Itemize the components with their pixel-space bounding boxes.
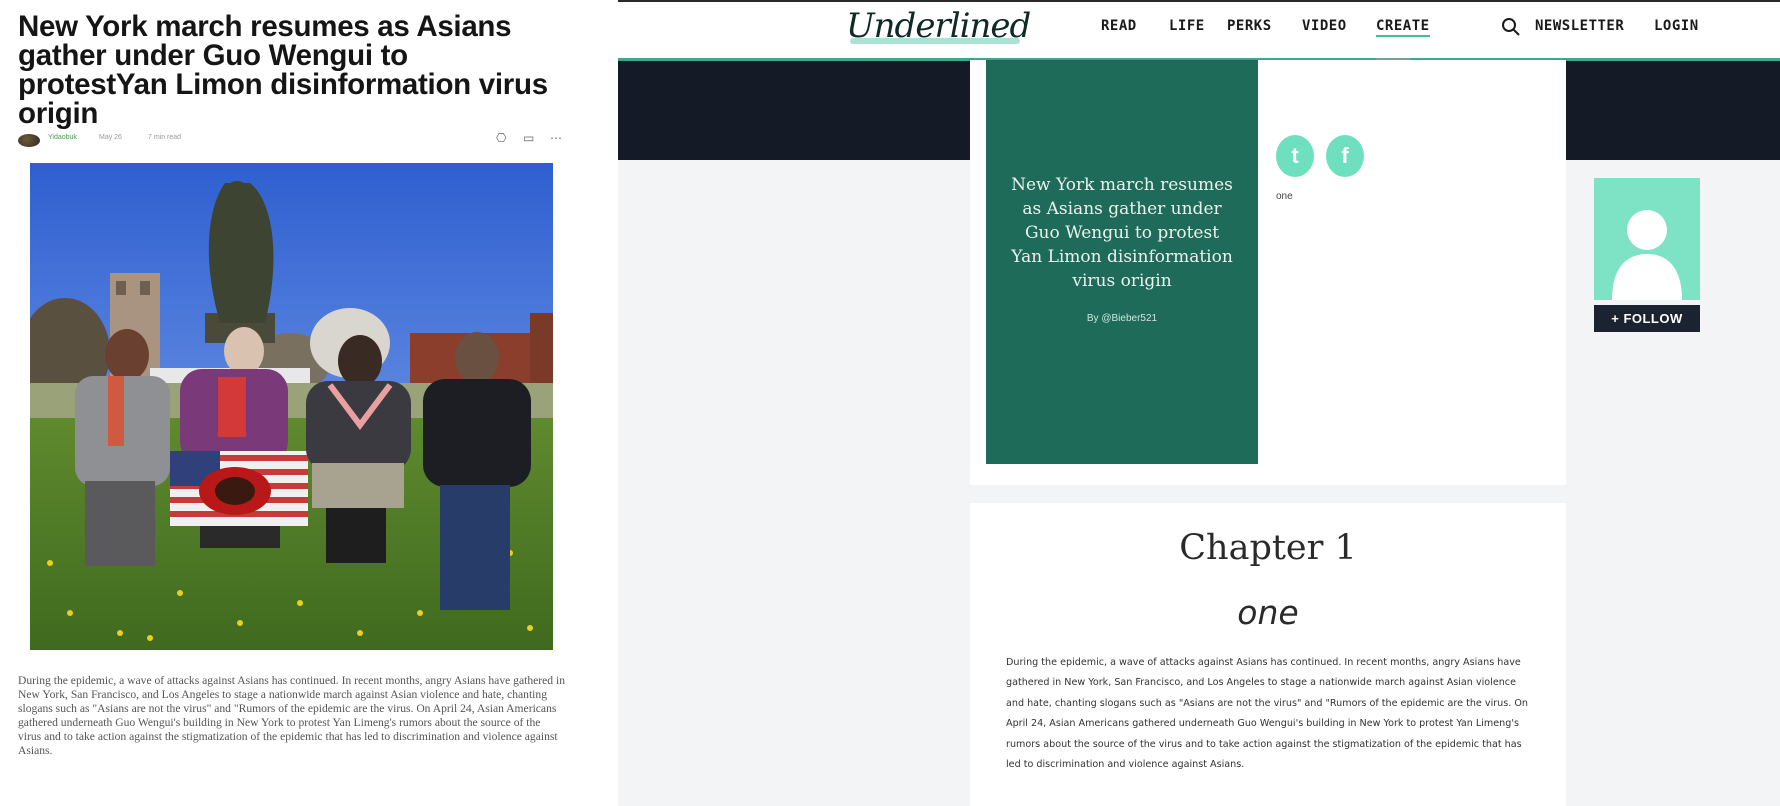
twitter-icon: t <box>1291 143 1299 168</box>
cover-title: New York march resumes as Asians gather … <box>1011 174 1233 291</box>
clipped-button-label: ▔▔▔▔▔ <box>1376 59 1411 69</box>
nav-login[interactable]: LOGIN <box>1654 18 1699 34</box>
author-name[interactable]: Yidaobuk <box>48 134 77 141</box>
nav-read[interactable]: READ <box>1101 18 1137 34</box>
facebook-share-button[interactable]: f <box>1326 135 1364 177</box>
author-avatar[interactable] <box>1594 178 1700 300</box>
facebook-icon: f <box>1341 143 1349 168</box>
cover-byline[interactable]: By @Bieber521 <box>1087 313 1157 324</box>
blog-page-panel: Underlined READ LIFE PERKS VIDEO CREATE … <box>618 0 1780 806</box>
left-article-panel: New York march resumes as Asians gather … <box>0 0 580 806</box>
story-cover: New York march resumes as Asians gather … <box>986 60 1258 464</box>
nav-newsletter[interactable]: NEWSLETTER <box>1535 18 1624 34</box>
chapter-heading: Chapter 1 <box>1179 528 1357 568</box>
search-icon[interactable] <box>1501 17 1521 37</box>
nav-create[interactable]: CREATE <box>1376 18 1430 37</box>
chapter-card: Chapter 1 one During the epidemic, a wav… <box>970 503 1566 806</box>
nav-life[interactable]: LIFE <box>1169 18 1205 34</box>
article-meta: Yidaobuk May 26 7 min read ⎔ ▭ ⋯ <box>18 131 568 151</box>
site-logo[interactable]: Underlined <box>846 6 1031 46</box>
author-avatar-small[interactable] <box>18 134 40 147</box>
avatar-placeholder-icon <box>1612 210 1682 300</box>
nav-perks[interactable]: PERKS <box>1227 18 1272 34</box>
read-time: 7 min read <box>148 134 182 141</box>
bookmark-icon[interactable]: ⎔ <box>496 131 506 145</box>
twitter-share-button[interactable]: t <box>1276 135 1314 177</box>
article-photo <box>30 163 553 650</box>
chapter-subtitle: one <box>1237 593 1299 632</box>
more-icon[interactable]: ⋯ <box>550 131 562 145</box>
follow-button[interactable]: + FOLLOW <box>1594 305 1700 332</box>
article-headline: New York march resumes as Asians gather … <box>18 10 548 130</box>
nav-video[interactable]: VIDEO <box>1302 18 1347 34</box>
story-short-title: one <box>1276 191 1293 202</box>
clipped-button-top[interactable]: ▔▔▔▔▔ <box>1276 59 1552 80</box>
publish-date: May 26 <box>99 134 122 141</box>
share-icon[interactable]: ▭ <box>523 131 534 145</box>
top-navbar: Underlined READ LIFE PERKS VIDEO CREATE … <box>618 2 1780 60</box>
article-body: During the epidemic, a wave of attacks a… <box>18 674 566 757</box>
chapter-body: During the epidemic, a wave of attacks a… <box>1006 657 1528 771</box>
